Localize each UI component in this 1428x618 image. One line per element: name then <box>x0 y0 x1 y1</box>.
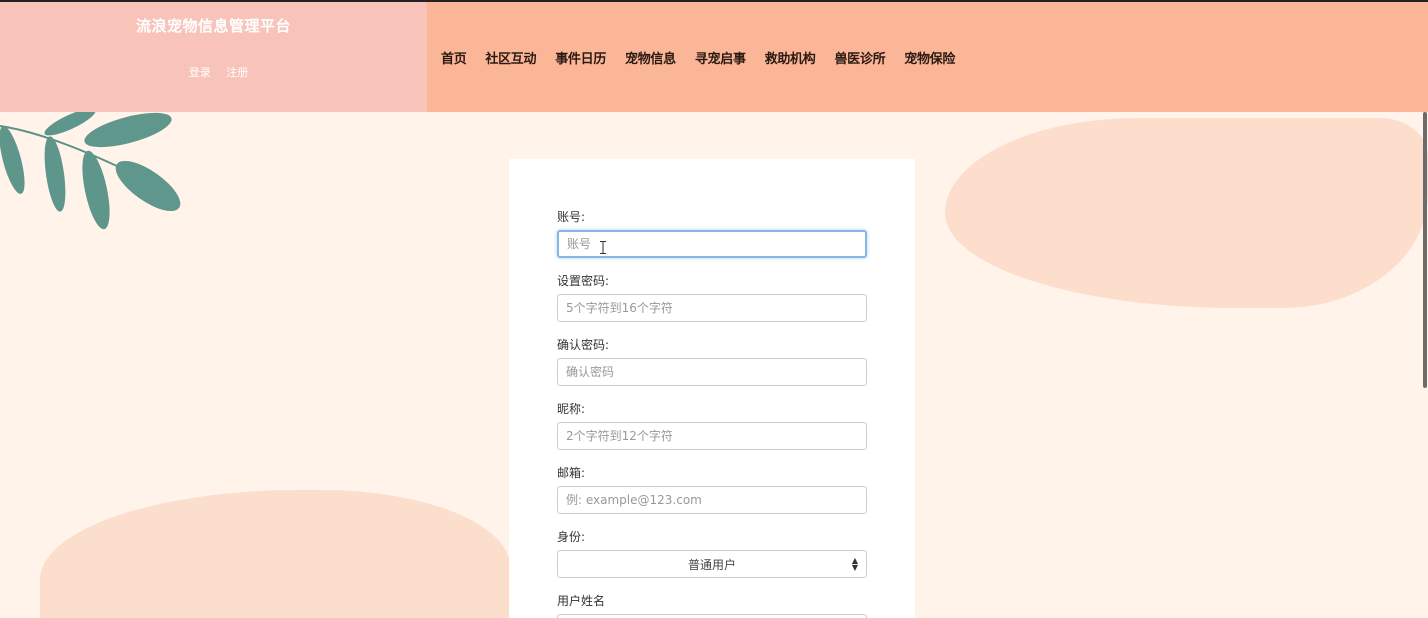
register-link[interactable]: 注册 <box>226 66 248 79</box>
nav-item-vet-clinic[interactable]: 兽医诊所 <box>834 48 885 67</box>
account-label: 账号: <box>557 210 586 224</box>
nav-item-home[interactable]: 首页 <box>441 48 467 67</box>
identity-selected-value: 普通用户 <box>687 557 736 572</box>
nickname-label: 昵称: <box>557 402 586 416</box>
login-link[interactable]: 登录 <box>189 66 211 79</box>
leaf-decoration-icon <box>0 112 181 230</box>
page-scrollbar[interactable] <box>1422 0 1428 618</box>
page-header: 流浪宠物信息管理平台 登录 注册 首页 社区互动 事件日历 宠物信息 寻宠启事 … <box>0 0 1428 112</box>
select-updown-icon: ▲ ▼ <box>851 556 858 572</box>
nav-item-pet-insurance[interactable]: 宠物保险 <box>904 48 955 67</box>
email-label: 邮箱: <box>557 466 586 480</box>
register-form-card: 账号: 设置密码: 确认密码: 昵称: 邮箱: 身份: 普通用户 ▲▼ 用户姓名 <box>509 159 915 618</box>
auth-links: 登录 注册 <box>0 64 437 80</box>
nav-item-lost-pet[interactable]: 寻宠启事 <box>695 48 746 67</box>
nav-item-event-calendar[interactable]: 事件日历 <box>555 48 606 67</box>
nav-item-rescue-org[interactable]: 救助机构 <box>765 48 816 67</box>
main-nav: 首页 社区互动 事件日历 宠物信息 寻宠启事 救助机构 兽医诊所 宠物保险 <box>427 0 1428 112</box>
real-name-label: 用户姓名 <box>557 594 606 608</box>
password-label: 设置密码: <box>557 274 610 288</box>
nav-item-pet-info[interactable]: 宠物信息 <box>625 48 676 67</box>
brand-panel: 流浪宠物信息管理平台 登录 注册 <box>0 0 427 112</box>
identity-label: 身份: <box>557 530 586 544</box>
background-brush-stroke <box>40 490 510 618</box>
real-name-input[interactable] <box>557 614 867 618</box>
background-brush-stroke <box>945 118 1428 308</box>
confirm-password-label: 确认密码: <box>557 338 610 352</box>
text-cursor-icon <box>600 241 606 254</box>
nav-item-community[interactable]: 社区互动 <box>485 48 536 67</box>
nickname-input[interactable] <box>557 422 867 450</box>
confirm-password-input[interactable] <box>557 358 867 386</box>
identity-select[interactable]: 普通用户 ▲ ▼ <box>557 550 867 578</box>
scrollbar-thumb[interactable] <box>1423 112 1427 388</box>
password-input[interactable] <box>557 294 867 322</box>
email-input[interactable] <box>557 486 867 514</box>
site-title: 流浪宠物信息管理平台 <box>135 17 291 35</box>
